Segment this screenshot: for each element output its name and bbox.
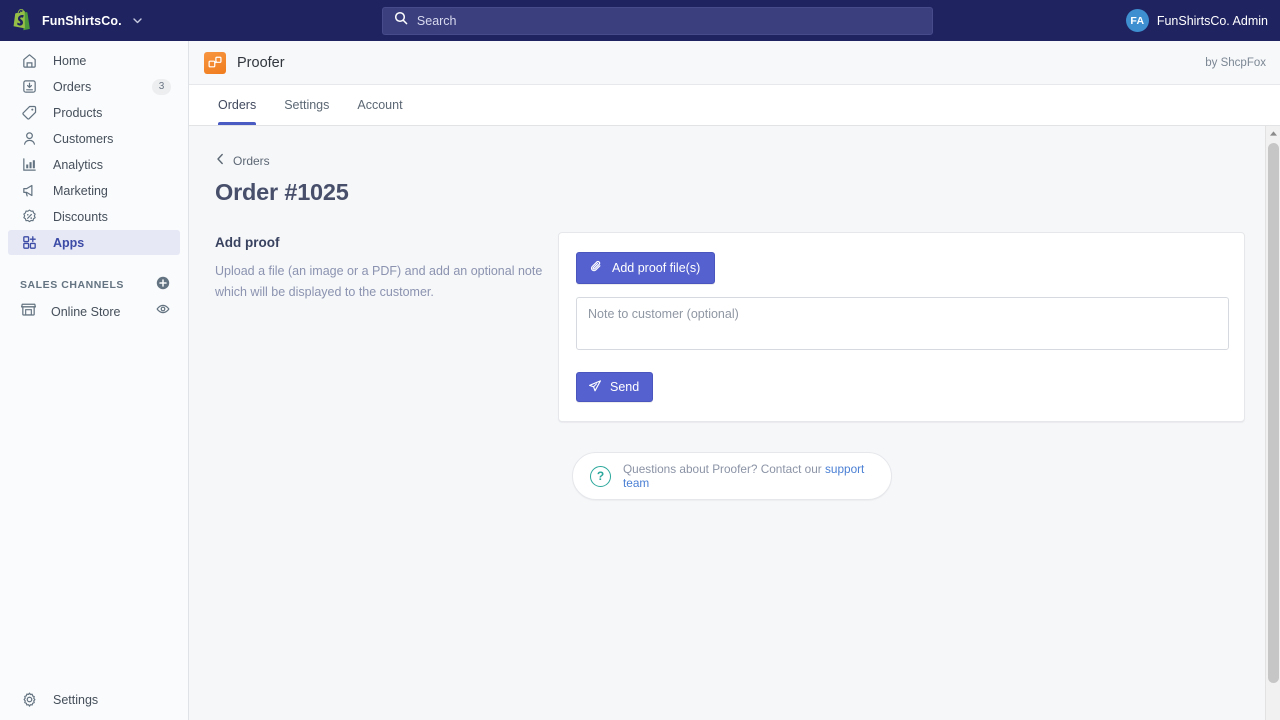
page-title: Order #1025 [215,179,349,205]
search-placeholder: Search [416,13,457,28]
section-title: Add proof [215,235,280,250]
gear-icon [20,690,39,709]
sidebar-item-label: Online Store [51,304,121,319]
question-circle-icon: ? [590,465,611,487]
paper-plane-icon [588,379,602,396]
search-icon [394,11,408,30]
sidebar-item-orders[interactable]: Orders 3 [8,74,180,99]
sales-channels-header: SALES CHANNELS [0,274,188,296]
sidebar-item-marketing[interactable]: Marketing [8,178,180,203]
tab-label: Settings [284,97,330,112]
sidebar-nav: Home Orders 3 Products Customers Analyti… [0,41,188,324]
top-bar: FunShirtsCo. Search FA FunShirtsCo. Admi… [0,0,1280,41]
chevron-left-icon [215,152,226,170]
sidebar-item-label: Discounts [53,209,108,224]
section-description: Upload a file (an image or a PDF) and ad… [215,264,543,299]
app-author: by ShcpFox [1205,56,1266,69]
search-area: Search [189,6,1126,35]
support-spacer [215,422,558,425]
sidebar-item-home[interactable]: Home [8,48,180,73]
home-icon [20,51,39,70]
tab-label: Orders [218,97,257,112]
sidebar-item-label: Customers [53,131,114,146]
store-icon [20,301,37,323]
discounts-percent-icon [20,207,39,226]
sales-channels-title: SALES CHANNELS [20,279,124,291]
marketing-megaphone-icon [20,181,39,200]
note-to-customer-input[interactable] [576,297,1229,350]
user-menu[interactable]: FA FunShirtsCo. Admin [1125,9,1280,32]
sidebar-item-settings[interactable]: Settings [8,687,180,712]
add-proof-file-button[interactable]: Add proof file(s) [576,252,716,284]
sidebar: Home Orders 3 Products Customers Analyti… [0,41,189,720]
analytics-bars-icon [20,155,39,174]
send-button[interactable]: Send [576,372,654,402]
chevron-down-icon[interactable] [132,15,143,26]
breadcrumb-label: Orders [233,154,270,168]
sidebar-item-label: Products [53,105,103,120]
support-message: Questions about Proofer? Contact our [623,462,822,476]
support-text: Questions about Proofer? Contact our sup… [623,462,874,490]
main-content: Orders Order #1025 Add proof Upload a fi… [189,126,1280,720]
products-tag-icon [20,103,39,122]
store-name: FunShirtsCo. [42,13,122,28]
content-scrollbar[interactable] [1265,126,1280,720]
user-name: FunShirtsCo. Admin [1156,13,1268,28]
search-input[interactable]: Search [381,6,933,35]
avatar: FA [1125,9,1149,32]
tab-settings[interactable]: Settings [270,84,343,125]
orders-icon [20,77,39,96]
tab-label: Account [357,97,403,112]
customers-icon [20,129,39,148]
sidebar-item-label: Settings [53,692,99,707]
add-proof-section: Add proof Upload a file (an image or a P… [215,232,1280,422]
sidebar-item-label: Home [53,53,87,68]
sidebar-item-analytics[interactable]: Analytics [8,152,180,177]
add-proof-card: Add proof file(s) Send [558,232,1245,422]
eye-icon[interactable] [156,302,170,321]
sidebar-item-customers[interactable]: Customers [8,126,180,151]
sidebar-item-online-store[interactable]: Online Store [8,299,180,324]
plus-circle-icon[interactable] [156,276,170,295]
sidebar-item-label: Marketing [53,183,108,198]
app-header: Proofer by ShcpFox [189,41,1280,85]
app-title: Proofer [237,54,285,71]
proofer-app-icon [204,51,226,74]
sidebar-item-apps[interactable]: Apps [8,230,180,255]
store-switcher[interactable]: FunShirtsCo. [0,0,189,41]
support-row: ? Questions about Proofer? Contact our s… [215,422,1280,500]
add-proof-file-label: Add proof file(s) [612,261,701,275]
send-label: Send [610,380,640,394]
sidebar-item-discounts[interactable]: Discounts [8,204,180,229]
sidebar-item-label: Analytics [53,157,104,172]
orders-count-badge: 3 [152,78,171,95]
scrollbar-thumb[interactable] [1268,143,1279,683]
caret-up-icon[interactable] [1266,126,1280,141]
paperclip-icon [589,259,604,277]
tab-account[interactable]: Account [343,84,416,125]
sidebar-item-products[interactable]: Products [8,100,180,125]
shopify-bag-icon [12,9,33,32]
sidebar-footer: Settings [0,687,188,720]
sidebar-item-label: Orders [53,79,92,94]
sidebar-item-label: Apps [53,235,85,250]
support-banner: ? Questions about Proofer? Contact our s… [572,452,892,500]
app-tabs: Orders Settings Account [189,85,1280,126]
breadcrumb[interactable]: Orders [215,152,270,170]
apps-grid-plus-icon [20,233,39,252]
tab-orders[interactable]: Orders [204,84,270,125]
add-proof-description-column: Add proof Upload a file (an image or a P… [215,232,558,303]
